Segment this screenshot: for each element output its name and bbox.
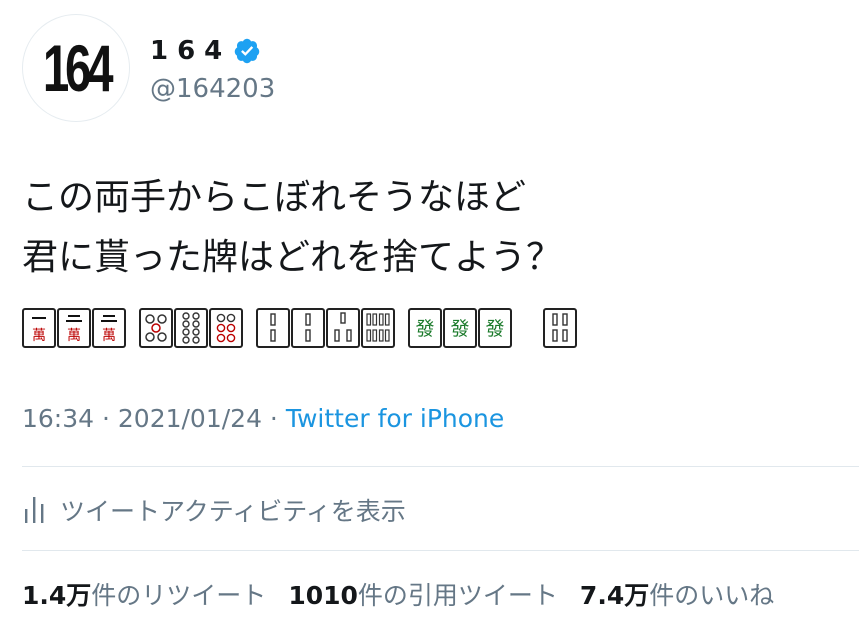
user-handle[interactable]: @164203 [150,74,275,104]
divider [22,550,859,551]
tweet-time[interactable]: 16:34 [22,404,94,433]
svg-text:發: 發 [485,318,504,340]
meta-separator: · [94,404,118,433]
mahjong-tile-icon: 發 [408,308,442,348]
svg-text:發: 發 [415,318,434,340]
display-name[interactable]: 164 [150,36,231,66]
tweet-source-link[interactable]: Twitter for iPhone [286,404,504,433]
bar-chart-icon [25,497,44,523]
mahjong-tile-icon: 萬 [92,308,126,348]
retweets-count: 1.4万 [22,581,92,610]
mahjong-tile-icon [209,308,243,348]
name-row[interactable]: 164 [150,36,261,66]
divider [22,466,859,467]
mahjong-tile-icon [174,308,208,348]
mahjong-tile-icon: 萬 [22,308,56,348]
quote-tweets-stat[interactable]: 1010件の引用ツイート [288,576,558,612]
mahjong-tile-icon [361,308,395,348]
tweet-activity-label: ツイートアクティビティを表示 [60,497,406,526]
svg-text:萬: 萬 [67,328,81,344]
mahjong-tile-icon [291,308,325,348]
mahjong-tile-icon: 發 [443,308,477,348]
quote-tweets-label: 件の引用ツイート [357,581,558,610]
verified-badge-icon [235,38,260,64]
mahjong-tile-icon [256,308,290,348]
quote-tweets-count: 1010 [288,581,358,610]
mahjong-tile-icon [139,308,173,348]
tweet-activity-link[interactable]: ツイートアクティビティを表示 [22,492,406,528]
retweets-stat[interactable]: 1.4万件のリツイート [22,576,266,612]
likes-label: 件のいいね [649,581,775,610]
tweet-header: 164 164 @164203 [22,14,822,126]
svg-text:萬: 萬 [102,328,116,344]
tweet-line-1: この両手からこぼれそうなほど [22,177,527,218]
likes-count: 7.4万 [579,581,650,610]
avatar-logo-text: 164 [42,31,114,105]
svg-text:發: 發 [450,318,469,340]
tweet-stats: 1.4万件のリツイート 1010件の引用ツイート 7.4万件のいいね [22,576,796,612]
svg-text:萬: 萬 [32,328,46,344]
meta-separator: · [261,404,286,433]
tweet-meta: 16:34 · 2021/01/24 · Twitter for iPhone [22,404,504,433]
mahjong-tile-icon: 發 [478,308,512,348]
mahjong-tile-icon [543,308,577,348]
tweet-date[interactable]: 2021/01/24 [118,404,262,433]
tweet-line-2: 君に貰った牌はどれを捨てよう？ [22,237,563,278]
avatar[interactable]: 164 [22,14,130,122]
mahjong-tile-icon: 萬 [57,308,91,348]
mahjong-tiles-row: 萬 萬 萬 發 發 發 [22,308,578,352]
tweet-text: この両手からこぼれそうなほど 君に貰った牌はどれを捨てよう？ [22,168,562,288]
likes-stat[interactable]: 7.4万件のいいね [580,576,774,612]
retweets-label: 件のリツイート [91,581,267,610]
mahjong-tile-icon [326,308,360,348]
